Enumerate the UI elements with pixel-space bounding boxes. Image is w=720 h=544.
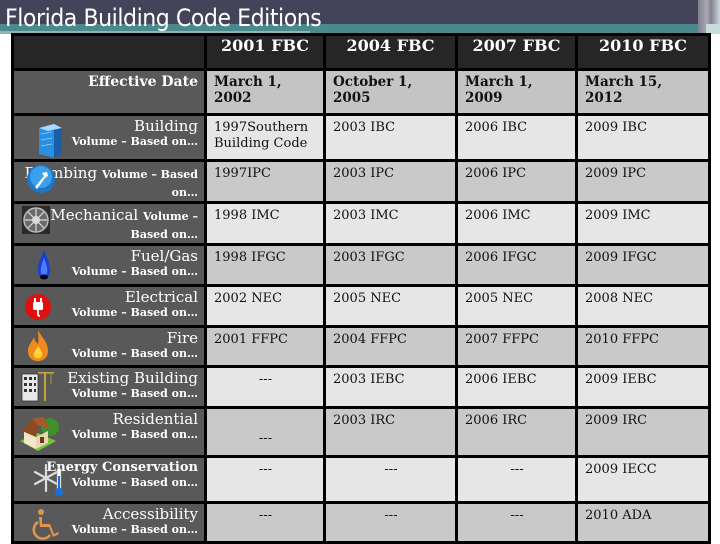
table-row: Accessibility Volume – Based on… --- ---… xyxy=(11,501,711,544)
column-header-2004: 2004 FBC xyxy=(323,33,458,71)
empty-value: --- xyxy=(258,431,273,446)
table-cell: 2009 IFGC xyxy=(575,243,711,287)
table-cell: --- xyxy=(204,365,326,409)
empty-value: --- xyxy=(510,462,524,477)
empty-value: --- xyxy=(258,372,273,387)
table-cell: 2003 IPC xyxy=(323,159,458,204)
row-label: Building Volume – Based on… xyxy=(11,113,207,162)
electric-plug-icon xyxy=(25,294,51,320)
table-cell: 2003 IEBC xyxy=(323,365,458,409)
row-label: Mechanical Volume – Based on… xyxy=(11,201,207,246)
table-cell: 2009 IRC xyxy=(575,406,711,458)
row-label: Plumbing Volume – Based on… xyxy=(11,159,207,204)
row-label: Existing Building Volume – Based on… xyxy=(11,365,207,409)
table-cell: 2003 IBC xyxy=(323,113,458,162)
empty-value: --- xyxy=(384,462,398,477)
table-cell: 2010 FFPC xyxy=(575,325,711,368)
gas-flame-icon xyxy=(37,250,51,280)
table-cell: --- xyxy=(323,455,458,504)
table-cell: 2003 IFGC xyxy=(323,243,458,287)
table-cell: --- xyxy=(455,455,578,504)
row-label: Accessibility Volume – Based on… xyxy=(11,501,207,544)
table-cell: March 1, 2002 xyxy=(204,68,326,116)
row-sub: Volume – Based on… xyxy=(130,210,198,241)
wheelchair-icon xyxy=(32,509,59,540)
table-cell: 2003 IRC xyxy=(323,406,458,458)
row-label: Energy Conservation Volume – Based on… xyxy=(11,455,207,504)
row-label: Electrical Volume – Based on… xyxy=(11,284,207,328)
table-row: Fire Volume – Based on… 2001 FFPC 2004 F… xyxy=(11,325,711,368)
column-header-2010: 2010 FBC xyxy=(575,33,711,71)
row-sub: Volume – Based on… xyxy=(101,168,198,199)
table-cell: 2006 IEBC xyxy=(455,365,578,409)
empty-value: --- xyxy=(384,508,398,523)
table-cell: --- xyxy=(204,501,326,544)
table-row: Plumbing Volume – Based on… 1997IPC 2003… xyxy=(11,159,711,204)
table-row: Residential Volume – Based on… --- 2003 … xyxy=(11,406,711,458)
table-cell: --- xyxy=(204,406,326,458)
fan-icon xyxy=(22,206,50,234)
table-cell: 2004 FFPC xyxy=(323,325,458,368)
empty-value: --- xyxy=(258,462,273,477)
table-cell: March 15, 2012 xyxy=(575,68,711,116)
table-cell: 1998 IMC xyxy=(204,201,326,246)
table-cell: 2007 FFPC xyxy=(455,325,578,368)
table-row: Mechanical Volume – Based on… 1998 IMC 2… xyxy=(11,201,711,246)
table-cell: 2005 NEC xyxy=(323,284,458,328)
snowflake-thermometer-icon xyxy=(33,463,63,496)
table-cell: 2005 NEC xyxy=(455,284,578,328)
table-cell: 2002 NEC xyxy=(204,284,326,328)
table-cell: 2009 IPC xyxy=(575,159,711,204)
table-cell: 2006 IMC xyxy=(455,201,578,246)
table-cell: --- xyxy=(323,501,458,544)
table-cell: 2010 ADA xyxy=(575,501,711,544)
table-cell: 2009 IEBC xyxy=(575,365,711,409)
table-cell: 2001 FFPC xyxy=(204,325,326,368)
construction-building-icon xyxy=(21,372,54,402)
table-row: Electrical Volume – Based on… 2002 NEC 2… xyxy=(11,284,711,328)
empty-value: --- xyxy=(258,508,273,523)
row-label: Fuel/Gas Volume – Based on… xyxy=(11,243,207,287)
table-cell: 2009 IBC xyxy=(575,113,711,162)
plumbing-wrench-icon xyxy=(27,165,55,193)
table-cell: 2006 IBC xyxy=(455,113,578,162)
table-cell: 1997Southern Building Code xyxy=(204,113,326,162)
code-editions-table: 2001 FBC 2004 FBC 2007 FBC 2010 FBC Effe… xyxy=(11,33,711,544)
table-header-row: 2001 FBC 2004 FBC 2007 FBC 2010 FBC xyxy=(11,33,711,71)
column-header-2007: 2007 FBC xyxy=(455,33,578,71)
table-row: Building Volume – Based on… 1997Southern… xyxy=(11,113,711,162)
table-cell: --- xyxy=(455,501,578,544)
header-corner-cell xyxy=(11,33,207,71)
row-label: Effective Date xyxy=(11,68,207,116)
table-row: Fuel/Gas Volume – Based on… 1998 IFGC 20… xyxy=(11,243,711,287)
table-cell: March 1, 2009 xyxy=(455,68,578,116)
table-cell: 2006 IPC xyxy=(455,159,578,204)
effective-date-label: Effective Date xyxy=(88,74,198,90)
table-cell: --- xyxy=(204,455,326,504)
table-cell: 2008 NEC xyxy=(575,284,711,328)
empty-value: --- xyxy=(510,508,524,523)
table-row: Energy Conservation Volume – Based on… -… xyxy=(11,455,711,504)
table-cell: 2009 IECC xyxy=(575,455,711,504)
table-cell: 2009 IMC xyxy=(575,201,711,246)
effective-date-row: Effective Date March 1, 2002 October 1, … xyxy=(11,68,711,116)
slide-title: Florida Building Code Editions xyxy=(5,4,322,32)
table-cell: 2006 IFGC xyxy=(455,243,578,287)
row-name: Mechanical xyxy=(50,206,139,224)
table-cell: 1997IPC xyxy=(204,159,326,204)
fire-icon xyxy=(28,330,48,361)
building-icon xyxy=(39,124,62,158)
row-label: Fire Volume – Based on… xyxy=(11,325,207,368)
table-cell: 1998 IFGC xyxy=(204,243,326,287)
row-label: Residential Volume – Based on… xyxy=(11,406,207,458)
table-cell: 2006 IRC xyxy=(455,406,578,458)
column-header-2001: 2001 FBC xyxy=(204,33,326,71)
table-cell: October 1, 2005 xyxy=(323,68,458,116)
house-icon xyxy=(20,417,59,451)
table-cell: 2003 IMC xyxy=(323,201,458,246)
table-row: Existing Building Volume – Based on… ---… xyxy=(11,365,711,409)
